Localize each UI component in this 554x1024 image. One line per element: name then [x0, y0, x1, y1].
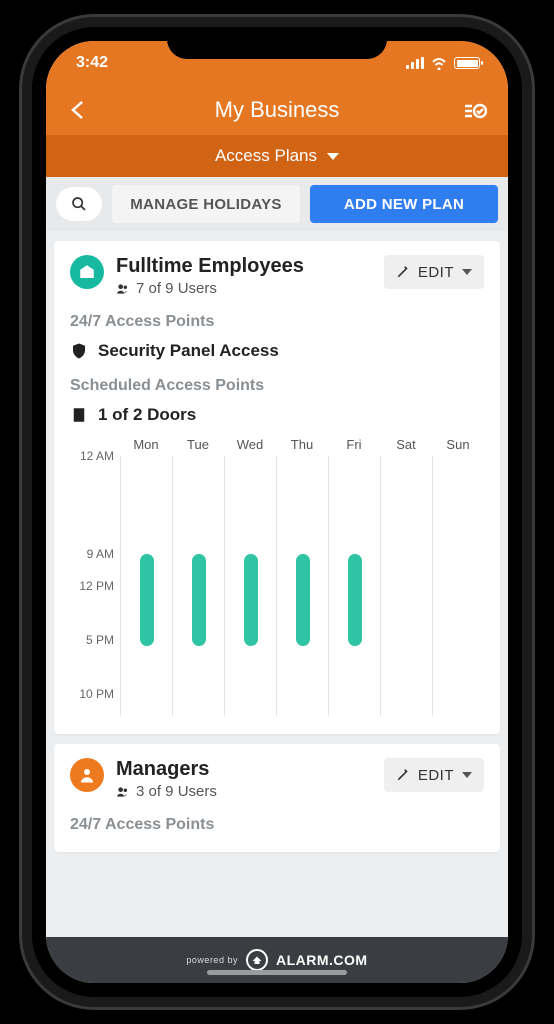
manage-holidays-button[interactable]: MANAGE HOLIDAYS: [112, 185, 300, 223]
schedule-bar: [192, 554, 206, 646]
users-icon: [116, 282, 130, 296]
y-tick-label: 9 AM: [87, 547, 114, 561]
schedule-bar: [296, 554, 310, 646]
day-label: Fri: [328, 437, 380, 452]
section-label-247: 24/7 Access Points: [70, 816, 484, 834]
plan-icon: [70, 255, 104, 289]
plan-name: Fulltime Employees: [116, 255, 304, 278]
search-button[interactable]: [56, 187, 102, 221]
wifi-icon: [430, 56, 448, 70]
plan-name: Managers: [116, 758, 217, 781]
plan-users: 7 of 9 Users: [116, 280, 304, 297]
y-tick-label: 5 PM: [86, 633, 114, 647]
section-label-sched: Scheduled Access Points: [70, 377, 484, 395]
edit-plan-button[interactable]: EDIT: [384, 758, 484, 792]
content-scroll[interactable]: Fulltime Employees 7 of 9 Users EDIT 24/…: [46, 231, 508, 912]
plan-users: 3 of 9 Users: [116, 783, 217, 800]
footer-powered: powered by: [186, 955, 238, 965]
day-label: Tue: [172, 437, 224, 452]
pencil-icon: [396, 768, 410, 782]
users-icon: [116, 785, 130, 799]
chevron-down-icon: [462, 269, 472, 275]
home-indicator[interactable]: [207, 970, 347, 975]
doors-row: 1 of 2 Doors: [70, 405, 484, 425]
chevron-down-icon: [327, 153, 339, 160]
day-label: Thu: [276, 437, 328, 452]
section-label-247: 24/7 Access Points: [70, 313, 484, 331]
schedule-bar: [348, 554, 362, 646]
battery-icon: [454, 57, 480, 69]
alarm-logo-icon: [246, 949, 268, 971]
back-button[interactable]: [64, 95, 94, 125]
app-header: My Business: [46, 85, 508, 135]
filter-check-button[interactable]: [460, 95, 490, 125]
day-label: Sun: [432, 437, 484, 452]
cellular-icon: [406, 57, 424, 69]
search-icon: [71, 196, 87, 212]
plan-icon: [70, 758, 104, 792]
y-tick-label: 12 PM: [79, 579, 114, 593]
schedule-bar: [244, 554, 258, 646]
edit-plan-button[interactable]: EDIT: [384, 255, 484, 289]
section-selector-label: Access Plans: [215, 146, 317, 166]
schedule-chart: Mon Tue Wed Thu Fri Sat Sun 12 AM 9 AM 12 …: [70, 437, 484, 716]
security-access-row: Security Panel Access: [70, 341, 484, 361]
door-icon: [70, 406, 88, 424]
day-label: Mon: [120, 437, 172, 452]
pencil-icon: [396, 265, 410, 279]
plan-card: Fulltime Employees 7 of 9 Users EDIT 24/…: [54, 241, 500, 734]
chevron-down-icon: [462, 772, 472, 778]
page-title: My Business: [94, 97, 460, 123]
status-time: 3:42: [76, 54, 108, 72]
add-new-plan-button[interactable]: ADD NEW PLAN: [310, 185, 498, 223]
toolbar: MANAGE HOLIDAYS ADD NEW PLAN: [46, 177, 508, 231]
day-label: Sat: [380, 437, 432, 452]
shield-icon: [70, 342, 88, 360]
plan-card: Managers 3 of 9 Users EDIT 24/7 Access P…: [54, 744, 500, 852]
schedule-bar: [140, 554, 154, 646]
y-tick-label: 12 AM: [80, 449, 114, 463]
section-selector[interactable]: Access Plans: [46, 135, 508, 177]
footer-brand-text: ALARM.COM: [276, 952, 368, 968]
y-tick-label: 10 PM: [79, 687, 114, 701]
day-label: Wed: [224, 437, 276, 452]
footer-brand: powered by ALARM.COM: [46, 937, 508, 983]
